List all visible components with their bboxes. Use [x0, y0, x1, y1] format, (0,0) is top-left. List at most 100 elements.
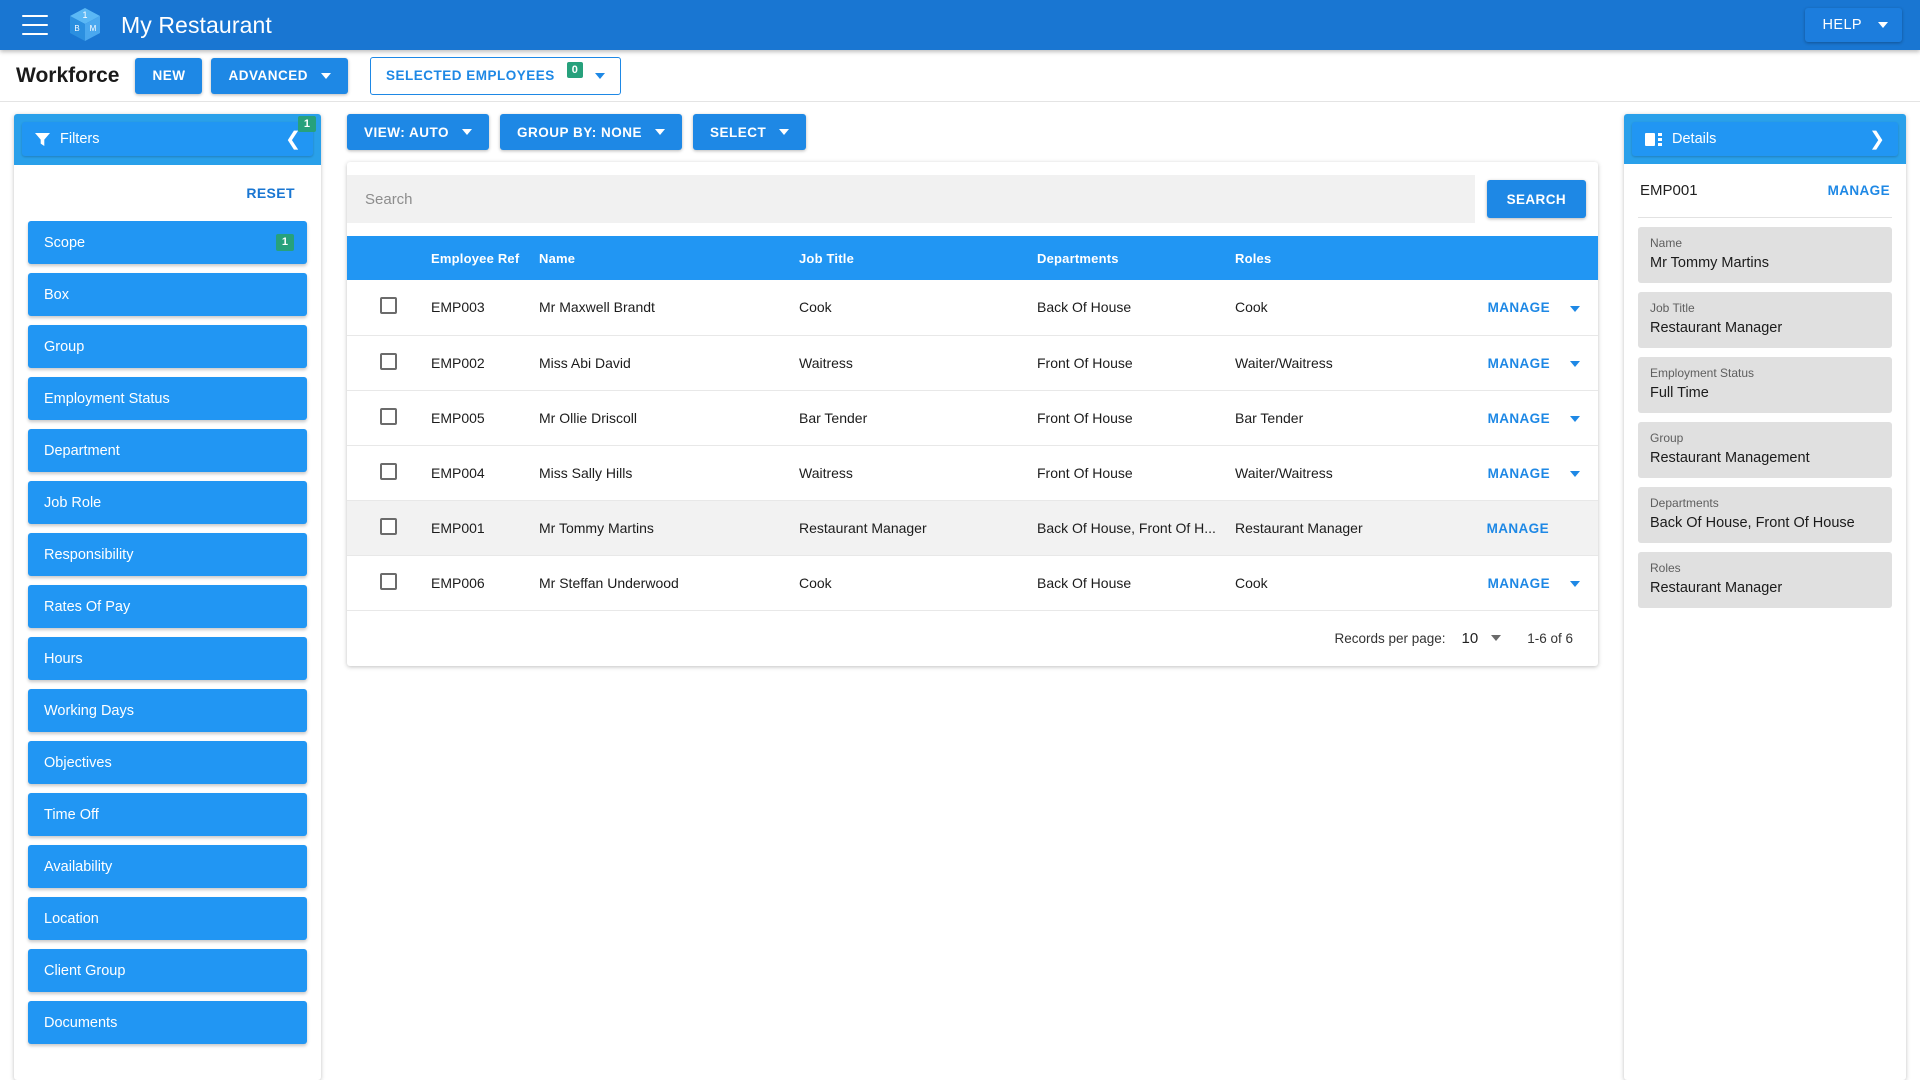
cell-roles-text: Bar Tender	[1235, 409, 1304, 426]
row-manage-button[interactable]: MANAGE	[1488, 356, 1550, 371]
row-chevron-down-icon[interactable]	[1570, 360, 1580, 367]
table-row[interactable]: EMP003 Mr Maxwell Brandt Cook Back Of House…	[347, 280, 1598, 336]
detail-field-employment-status: Employment Status Full Time	[1638, 357, 1892, 413]
filter-item-job-role[interactable]: Job Role	[28, 481, 307, 524]
filter-item-label: Responsibility	[44, 546, 134, 563]
filter-item-scope[interactable]: Scope 1	[28, 221, 307, 264]
col-job-title[interactable]: Job Title	[799, 236, 1037, 280]
table-row[interactable]: EMP006 Mr Steffan Underwood Cook Back Of Ho…	[347, 555, 1598, 611]
filter-item-employment-status[interactable]: Employment Status	[28, 377, 307, 420]
filter-item-rates-of-pay[interactable]: Rates Of Pay	[28, 585, 307, 628]
row-checkbox[interactable]	[380, 407, 397, 425]
cell-employee-ref-text: EMP001	[431, 519, 485, 536]
cell-departments-text: Back Of House, Front Of H...	[1037, 519, 1216, 536]
filter-item-responsibility[interactable]: Responsibility	[28, 533, 307, 576]
select-button[interactable]: SELECT	[693, 114, 807, 150]
filter-item-box[interactable]: Box	[28, 273, 307, 316]
group-by-button[interactable]: GROUP BY: NONE	[500, 114, 683, 150]
cell-name-text: Mr Ollie Driscoll	[539, 409, 637, 426]
row-chevron-down-icon[interactable]	[1570, 580, 1580, 587]
cell-roles-text: Cook	[1235, 574, 1268, 591]
collapse-filters-chevron-left-icon[interactable]: ❮	[285, 130, 301, 149]
filter-item-time-off[interactable]: Time Off	[28, 793, 307, 836]
filter-item-location[interactable]: Location	[28, 897, 307, 940]
filter-item-objectives[interactable]: Objectives	[28, 741, 307, 784]
chevron-down-icon	[779, 129, 790, 135]
search-row: SEARCH	[347, 162, 1598, 236]
col-departments[interactable]: Departments	[1037, 236, 1235, 280]
filter-item-documents[interactable]: Documents	[28, 1001, 307, 1044]
select-label: SELECT	[710, 124, 767, 140]
filter-item-group[interactable]: Group	[28, 325, 307, 368]
cell-name: Mr Ollie Driscoll	[539, 390, 799, 446]
row-checkbox[interactable]	[380, 517, 397, 535]
employee-table-card: SEARCH Employee Ref Name Job Title Depar…	[347, 162, 1598, 666]
brand-cube-logo-icon[interactable]: 1 B M	[68, 7, 102, 43]
cell-name: Mr Steffan Underwood	[539, 555, 799, 611]
filter-item-label: Time Off	[44, 806, 99, 823]
hamburger-menu-icon[interactable]	[22, 15, 48, 35]
table-row[interactable]: EMP004 Miss Sally Hills Waitress Front Of H…	[347, 445, 1598, 501]
details-manage-button[interactable]: MANAGE	[1828, 183, 1890, 198]
row-manage-button[interactable]: MANAGE	[1488, 576, 1550, 591]
chevron-down-icon	[321, 72, 331, 79]
search-input[interactable]	[347, 175, 1475, 223]
reset-filters-button[interactable]: RESET	[246, 185, 295, 201]
cell-job-title: Waitress	[799, 445, 1037, 501]
cell-job-title-text: Waitress	[799, 354, 853, 371]
new-button[interactable]: NEW	[135, 57, 203, 94]
cell-departments-text: Back Of House	[1037, 574, 1132, 591]
filter-item-department[interactable]: Department	[28, 429, 307, 472]
row-checkbox-cell	[347, 280, 431, 336]
row-checkbox[interactable]	[380, 572, 397, 590]
col-employee-ref[interactable]: Employee Ref	[431, 236, 539, 280]
filter-item-availability[interactable]: Availability	[28, 845, 307, 888]
col-name[interactable]: Name	[539, 236, 799, 280]
detail-field-value: Mr Tommy Martins	[1650, 255, 1769, 271]
filter-item-client-group[interactable]: Client Group	[28, 949, 307, 992]
row-checkbox[interactable]	[380, 462, 397, 480]
filter-item-label: Department	[44, 442, 120, 459]
cell-job-title-text: Cook	[799, 299, 832, 316]
row-manage-button[interactable]: MANAGE	[1488, 300, 1550, 315]
advanced-button[interactable]: ADVANCED	[211, 57, 348, 94]
selected-employees-button[interactable]: SELECTED EMPLOYEES 0	[370, 56, 622, 95]
row-chevron-down-icon[interactable]	[1570, 305, 1580, 312]
search-button[interactable]: SEARCH	[1486, 180, 1586, 218]
cell-departments: Back Of House, Front Of H...	[1037, 500, 1235, 556]
cell-name: Miss Sally Hills	[539, 445, 799, 501]
table-row[interactable]: EMP001 Mr Tommy Martins Restaurant Manager…	[347, 500, 1598, 556]
row-checkbox[interactable]	[380, 352, 397, 370]
row-checkbox[interactable]	[380, 297, 397, 315]
table-row[interactable]: EMP005 Mr Ollie Driscoll Bar Tender Front O…	[347, 390, 1598, 446]
collapse-details-chevron-right-icon[interactable]: ❯	[1869, 130, 1885, 149]
row-manage-button[interactable]: MANAGE	[1488, 466, 1550, 481]
svg-text:B: B	[74, 24, 79, 33]
cell-roles: Waiter/Waitress	[1235, 335, 1450, 391]
row-manage-button[interactable]: MANAGE	[1487, 521, 1549, 536]
cell-employee-ref-text: EMP002	[431, 354, 485, 371]
records-per-page-value[interactable]: 10	[1462, 630, 1479, 647]
filter-item-hours[interactable]: Hours	[28, 637, 307, 680]
records-per-page-chevron-down-icon[interactable]	[1491, 635, 1502, 641]
filter-list: Scope 1 Box Group Employment Status Departmen…	[14, 221, 321, 1080]
cell-roles-text: Restaurant Manager	[1235, 519, 1363, 536]
details-panel: Details ❯ EMP001 MANAGE Name Mr Tommy Mar…	[1624, 114, 1906, 1080]
row-chevron-down-icon[interactable]	[1570, 470, 1580, 477]
table-row[interactable]: EMP002 Miss Abi David Waitress Front Of Hou…	[347, 335, 1598, 391]
details-field-list: Name Mr Tommy Martins Job Title Restaurant …	[1638, 227, 1892, 608]
cell-roles-text: Waiter/Waitress	[1235, 354, 1333, 371]
cell-employee-ref-text: EMP003	[431, 299, 485, 316]
group-by-label: GROUP BY: NONE	[517, 124, 643, 140]
view-mode-button[interactable]: VIEW: AUTO	[347, 114, 490, 150]
row-manage-button[interactable]: MANAGE	[1488, 411, 1550, 426]
filter-item-working-days[interactable]: Working Days	[28, 689, 307, 732]
col-roles[interactable]: Roles	[1235, 236, 1450, 280]
cell-departments: Back Of House	[1037, 555, 1235, 611]
cell-name: Mr Tommy Martins	[539, 500, 799, 556]
row-chevron-down-icon[interactable]	[1570, 415, 1580, 422]
cell-actions: MANAGE	[1450, 335, 1598, 391]
cell-actions: MANAGE	[1450, 445, 1598, 501]
help-button[interactable]: HELP	[1804, 8, 1902, 42]
filter-item-label: Objectives	[44, 754, 112, 771]
